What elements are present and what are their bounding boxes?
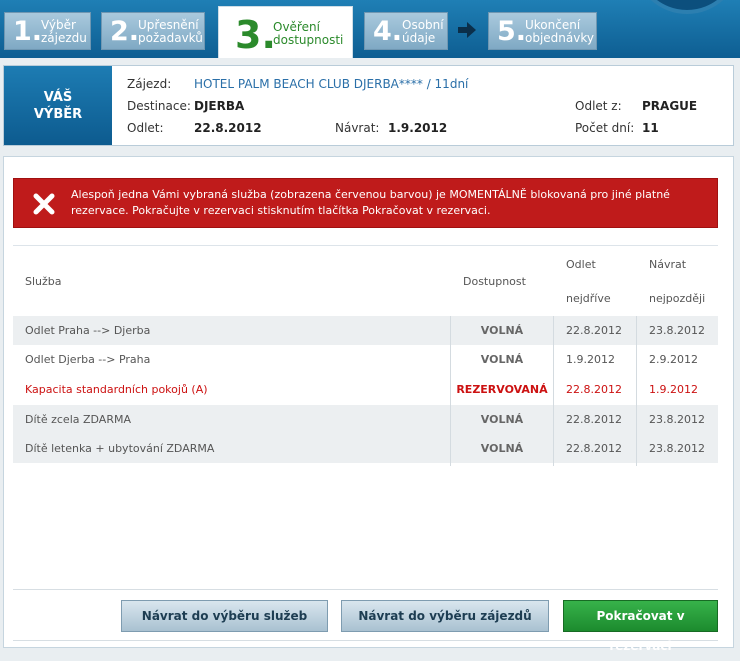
step-number: 4. bbox=[373, 16, 403, 47]
pocet-dni-label: Počet dní: bbox=[575, 121, 635, 135]
odlet-z-label: Odlet z: bbox=[575, 99, 622, 113]
table-row-blocked: Kapacita standardních pokojů (A) REZERVO… bbox=[13, 375, 718, 404]
tab-line1: VÁŠ bbox=[43, 89, 73, 105]
step-label-line1: Upřesnění bbox=[138, 18, 199, 32]
cell-navrat: 2.9.2012 bbox=[649, 353, 698, 366]
step-label-line2: zájezdu bbox=[41, 31, 87, 45]
continue-reservation-button[interactable]: Pokračovat v rezervaci bbox=[563, 600, 718, 653]
step-label-line2: údaje bbox=[402, 31, 436, 45]
table-header: Služba Dostupnost Odlet nejdříve Návrat … bbox=[13, 245, 718, 317]
column-divider bbox=[636, 316, 637, 466]
header-dostupnost: Dostupnost bbox=[463, 275, 526, 288]
header-sluzba: Služba bbox=[25, 275, 62, 288]
step-label-line2: požadavků bbox=[138, 31, 203, 45]
navrat-label: Návrat: bbox=[335, 121, 380, 135]
booking-steps-bar: 1. Výběr zájezdu 2. Upřesnění požadavků … bbox=[0, 0, 740, 58]
vas-vyber-tab: VÁŠ VÝBĚR bbox=[4, 66, 112, 145]
back-to-services-button[interactable]: Návrat do výběru služeb bbox=[121, 600, 328, 632]
destinace-value: DJERBA bbox=[194, 99, 245, 113]
step-label-line1: Osobní bbox=[402, 18, 444, 32]
step-label-line2: objednávky bbox=[525, 31, 594, 45]
cell-sluzba: Dítě zcela ZDARMA bbox=[25, 413, 131, 426]
cell-navrat: 1.9.2012 bbox=[649, 383, 698, 396]
cell-sluzba: Odlet Djerba --> Praha bbox=[25, 353, 151, 366]
alert-line1: Alespoň jedna Vámi vybraná služba (zobra… bbox=[71, 188, 670, 201]
arrow-right-icon bbox=[458, 22, 476, 38]
alert-message: Alespoň jedna Vámi vybraná služba (zobra… bbox=[71, 187, 701, 219]
step-1-vyber-zajezdu[interactable]: 1. Výběr zájezdu bbox=[4, 12, 91, 50]
cell-odlet: 22.8.2012 bbox=[566, 383, 622, 396]
header-navrat-sub: nejpozději bbox=[649, 292, 706, 305]
button-area-divider bbox=[13, 589, 718, 590]
step-label: Výběr zájezdu bbox=[41, 19, 87, 45]
step-number: 3. bbox=[235, 13, 276, 57]
cell-sluzba: Dítě letenka + ubytování ZDARMA bbox=[25, 442, 215, 455]
destinace-label: Destinace: bbox=[127, 99, 191, 113]
step-label: Ověření dostupnosti bbox=[273, 21, 343, 47]
cell-navrat: 23.8.2012 bbox=[649, 442, 705, 455]
selection-summary: VÁŠ VÝBĚR Zájezd: HOTEL PALM BEACH CLUB … bbox=[3, 65, 734, 146]
table-row: Dítě zcela ZDARMA VOLNÁ 22.8.2012 23.8.2… bbox=[13, 405, 718, 434]
zajezd-value[interactable]: HOTEL PALM BEACH CLUB DJERBA**** / 11dní bbox=[194, 77, 468, 91]
cell-dostupnost: VOLNÁ bbox=[480, 413, 524, 426]
step-3-overeni-dostupnosti: 3. Ověření dostupnosti bbox=[218, 6, 353, 58]
clock-icon bbox=[650, 0, 724, 14]
cell-dostupnost: VOLNÁ bbox=[480, 324, 524, 337]
cell-dostupnost: VOLNÁ bbox=[480, 353, 524, 366]
step-2-upresneni-pozadavku[interactable]: 2. Upřesnění požadavků bbox=[101, 12, 205, 50]
step-label-line1: Výběr bbox=[41, 18, 76, 32]
blocked-service-alert: Alespoň jedna Vámi vybraná služba (zobra… bbox=[13, 178, 718, 228]
cell-odlet: 22.8.2012 bbox=[566, 442, 622, 455]
table-row: Odlet Djerba --> Praha VOLNÁ 1.9.2012 2.… bbox=[13, 345, 718, 374]
cell-odlet: 22.8.2012 bbox=[566, 413, 622, 426]
table-row: Dítě letenka + ubytování ZDARMA VOLNÁ 22… bbox=[13, 434, 718, 463]
cell-odlet: 1.9.2012 bbox=[566, 353, 615, 366]
cell-dostupnost: VOLNÁ bbox=[480, 442, 524, 455]
cell-navrat: 23.8.2012 bbox=[649, 413, 705, 426]
cell-dostupnost: REZERVOVANÁ bbox=[456, 383, 548, 396]
tab-line2: VÝBĚR bbox=[33, 106, 83, 122]
step-number: 1. bbox=[13, 16, 43, 47]
step-4-osobni-udaje[interactable]: 4. Osobní údaje bbox=[364, 12, 448, 50]
header-odlet: Odlet bbox=[566, 258, 596, 271]
cell-odlet: 22.8.2012 bbox=[566, 324, 622, 337]
step-number: 5. bbox=[497, 16, 527, 47]
step-label: Upřesnění požadavků bbox=[138, 19, 203, 45]
step-label-line2: dostupnosti bbox=[273, 33, 344, 47]
odlet-label: Odlet: bbox=[127, 121, 164, 135]
step-label-line1: Ověření bbox=[273, 20, 320, 34]
cell-sluzba: Kapacita standardních pokojů (A) bbox=[25, 383, 208, 396]
step-label-line1: Ukončení bbox=[525, 18, 581, 32]
odlet-value: 22.8.2012 bbox=[194, 121, 262, 135]
cell-sluzba: Odlet Praha --> Djerba bbox=[25, 324, 151, 337]
header-odlet-sub: nejdříve bbox=[566, 292, 611, 305]
alert-line2: rezervace. Pokračujte v rezervaci stiskn… bbox=[71, 204, 491, 217]
header-navrat: Návrat bbox=[649, 258, 687, 271]
close-x-icon bbox=[33, 193, 55, 215]
table-row: Odlet Praha --> Djerba VOLNÁ 22.8.2012 2… bbox=[13, 316, 718, 345]
column-divider bbox=[450, 316, 451, 466]
pocet-dni-value: 11 bbox=[642, 121, 659, 135]
zajezd-label: Zájezd: bbox=[127, 77, 172, 91]
navrat-value: 1.9.2012 bbox=[388, 121, 448, 135]
step-label: Osobní údaje bbox=[402, 19, 444, 45]
odlet-z-value: PRAGUE bbox=[642, 99, 698, 113]
back-to-tours-button[interactable]: Návrat do výběru zájezdů bbox=[341, 600, 549, 632]
step-number: 2. bbox=[110, 16, 140, 47]
cell-navrat: 23.8.2012 bbox=[649, 324, 705, 337]
step-5-ukonceni-objednavky[interactable]: 5. Ukončení objednávky bbox=[488, 12, 597, 50]
step-label: Ukončení objednávky bbox=[525, 19, 594, 45]
column-divider bbox=[553, 316, 554, 466]
